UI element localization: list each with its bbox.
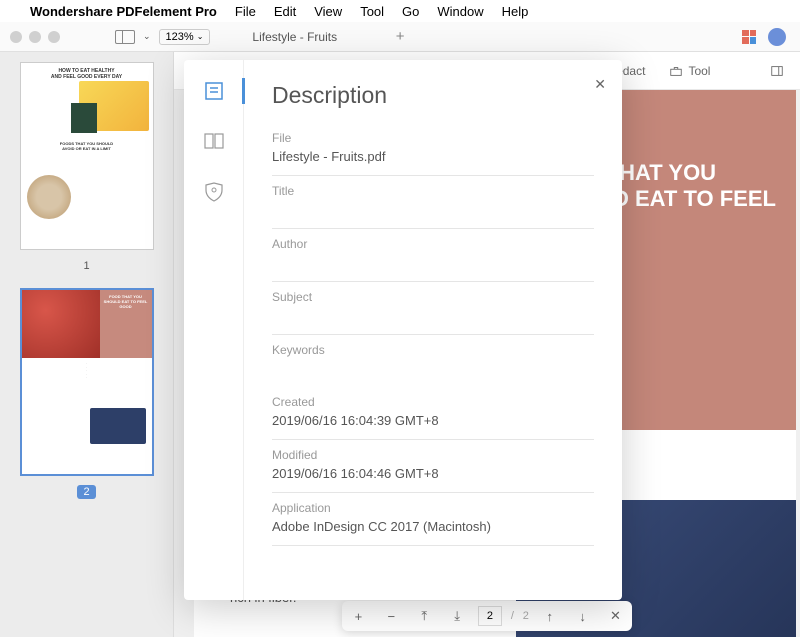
chevron-down-icon: ⌄	[197, 32, 204, 41]
maximize-window-button[interactable]	[48, 31, 60, 43]
minimize-window-button[interactable]	[29, 31, 41, 43]
field-subject[interactable]: Subject	[272, 290, 594, 335]
thumbnail-item[interactable]: FOOD THAT YOU SHOULD EAT TO FEEL GOOD ..…	[10, 288, 163, 500]
tool-label: Tool	[688, 64, 710, 78]
document-tab[interactable]: Lifestyle - Fruits	[240, 22, 387, 52]
field-file: File Lifestyle - Fruits.pdf	[272, 131, 594, 176]
menu-edit[interactable]: Edit	[274, 4, 296, 19]
traffic-lights	[10, 31, 60, 43]
menu-window[interactable]: Window	[437, 4, 483, 19]
menu-help[interactable]: Help	[502, 4, 529, 19]
menu-tool[interactable]: Tool	[360, 4, 384, 19]
page-number-input[interactable]	[478, 606, 502, 626]
field-created: Created 2019/06/16 16:04:39 GMT+8	[272, 395, 594, 440]
thumbnail-number: 1	[83, 260, 89, 272]
field-label: Author	[272, 237, 594, 251]
first-page-button[interactable]: ⤒	[412, 604, 436, 628]
panel-toggle-button[interactable]	[770, 64, 784, 78]
field-value[interactable]	[272, 202, 594, 220]
dialog-tabs	[184, 60, 244, 600]
field-value: 2019/06/16 16:04:39 GMT+8	[272, 413, 594, 431]
field-application: Application Adobe InDesign CC 2017 (Maci…	[272, 501, 594, 546]
field-label: Created	[272, 395, 594, 409]
tab-initial-view[interactable]	[203, 130, 225, 152]
app-name: Wondershare PDFelement Pro	[30, 4, 217, 19]
zoom-value: 123%	[166, 31, 194, 43]
field-label: Keywords	[272, 343, 594, 357]
field-value[interactable]	[272, 255, 594, 273]
zoom-selector[interactable]: 123% ⌄	[159, 29, 211, 45]
tool-toolbox[interactable]: Tool	[669, 64, 710, 78]
thumbnail-page-2[interactable]: FOOD THAT YOU SHOULD EAT TO FEEL GOOD ..…	[20, 288, 154, 476]
close-dialog-button[interactable]: ✕	[594, 76, 606, 93]
menu-file[interactable]: File	[235, 4, 256, 19]
menubar: Wondershare PDFelement Pro File Edit Vie…	[0, 0, 800, 22]
add-tab-button[interactable]: +	[387, 24, 413, 50]
thumbnail-sidebar: HOW TO EAT HEALTHYAND FEEL GOOD EVERY DA…	[0, 52, 174, 637]
last-page-button[interactable]: ⤓	[445, 604, 469, 628]
field-value: 2019/06/16 16:04:46 GMT+8	[272, 466, 594, 484]
app-grid-icon[interactable]	[742, 30, 756, 44]
prev-page-button[interactable]: ↑	[538, 604, 562, 628]
field-label: Title	[272, 184, 594, 198]
dialog-title: Description	[272, 82, 594, 109]
chevron-down-icon[interactable]: ⌄	[143, 31, 151, 42]
menu-view[interactable]: View	[314, 4, 342, 19]
user-avatar[interactable]	[768, 28, 786, 46]
next-page-button[interactable]: ↓	[571, 604, 595, 628]
thumbnail-page-1[interactable]: HOW TO EAT HEALTHYAND FEEL GOOD EVERY DA…	[20, 62, 154, 250]
field-label: File	[272, 131, 594, 145]
field-value[interactable]	[272, 308, 594, 326]
zoom-in-button[interactable]: +	[346, 604, 370, 628]
zoom-out-button[interactable]: −	[379, 604, 403, 628]
field-label: Subject	[272, 290, 594, 304]
field-value: Lifestyle - Fruits.pdf	[272, 149, 594, 167]
field-value[interactable]	[272, 361, 594, 379]
field-title[interactable]: Title	[272, 184, 594, 229]
field-keywords[interactable]: Keywords	[272, 343, 594, 387]
properties-dialog: ✕ Description File Lifestyle - Fruits.pd…	[184, 60, 622, 600]
thumbnail-number: 2	[77, 485, 95, 499]
field-label: Application	[272, 501, 594, 515]
thumbnail-item[interactable]: HOW TO EAT HEALTHYAND FEEL GOOD EVERY DA…	[10, 62, 163, 274]
page-total: 2	[523, 610, 529, 622]
dialog-body: ✕ Description File Lifestyle - Fruits.pd…	[244, 60, 622, 600]
tab-description[interactable]	[203, 80, 225, 102]
menu-go[interactable]: Go	[402, 4, 419, 19]
page-separator: /	[511, 610, 514, 622]
field-value: Adobe InDesign CC 2017 (Macintosh)	[272, 519, 594, 537]
close-nav-button[interactable]: ✕	[604, 604, 628, 628]
page-navigator: + − ⤒ ⤓ / 2 ↑ ↓ ✕	[342, 601, 632, 631]
titlebar: ⌄ 123% ⌄ Lifestyle - Fruits +	[0, 22, 800, 52]
sidebar-toggle-button[interactable]	[115, 30, 135, 44]
field-label: Modified	[272, 448, 594, 462]
close-window-button[interactable]	[10, 31, 22, 43]
field-author[interactable]: Author	[272, 237, 594, 282]
field-modified: Modified 2019/06/16 16:04:46 GMT+8	[272, 448, 594, 493]
tab-security[interactable]	[203, 180, 225, 202]
tab-title: Lifestyle - Fruits	[252, 30, 337, 44]
